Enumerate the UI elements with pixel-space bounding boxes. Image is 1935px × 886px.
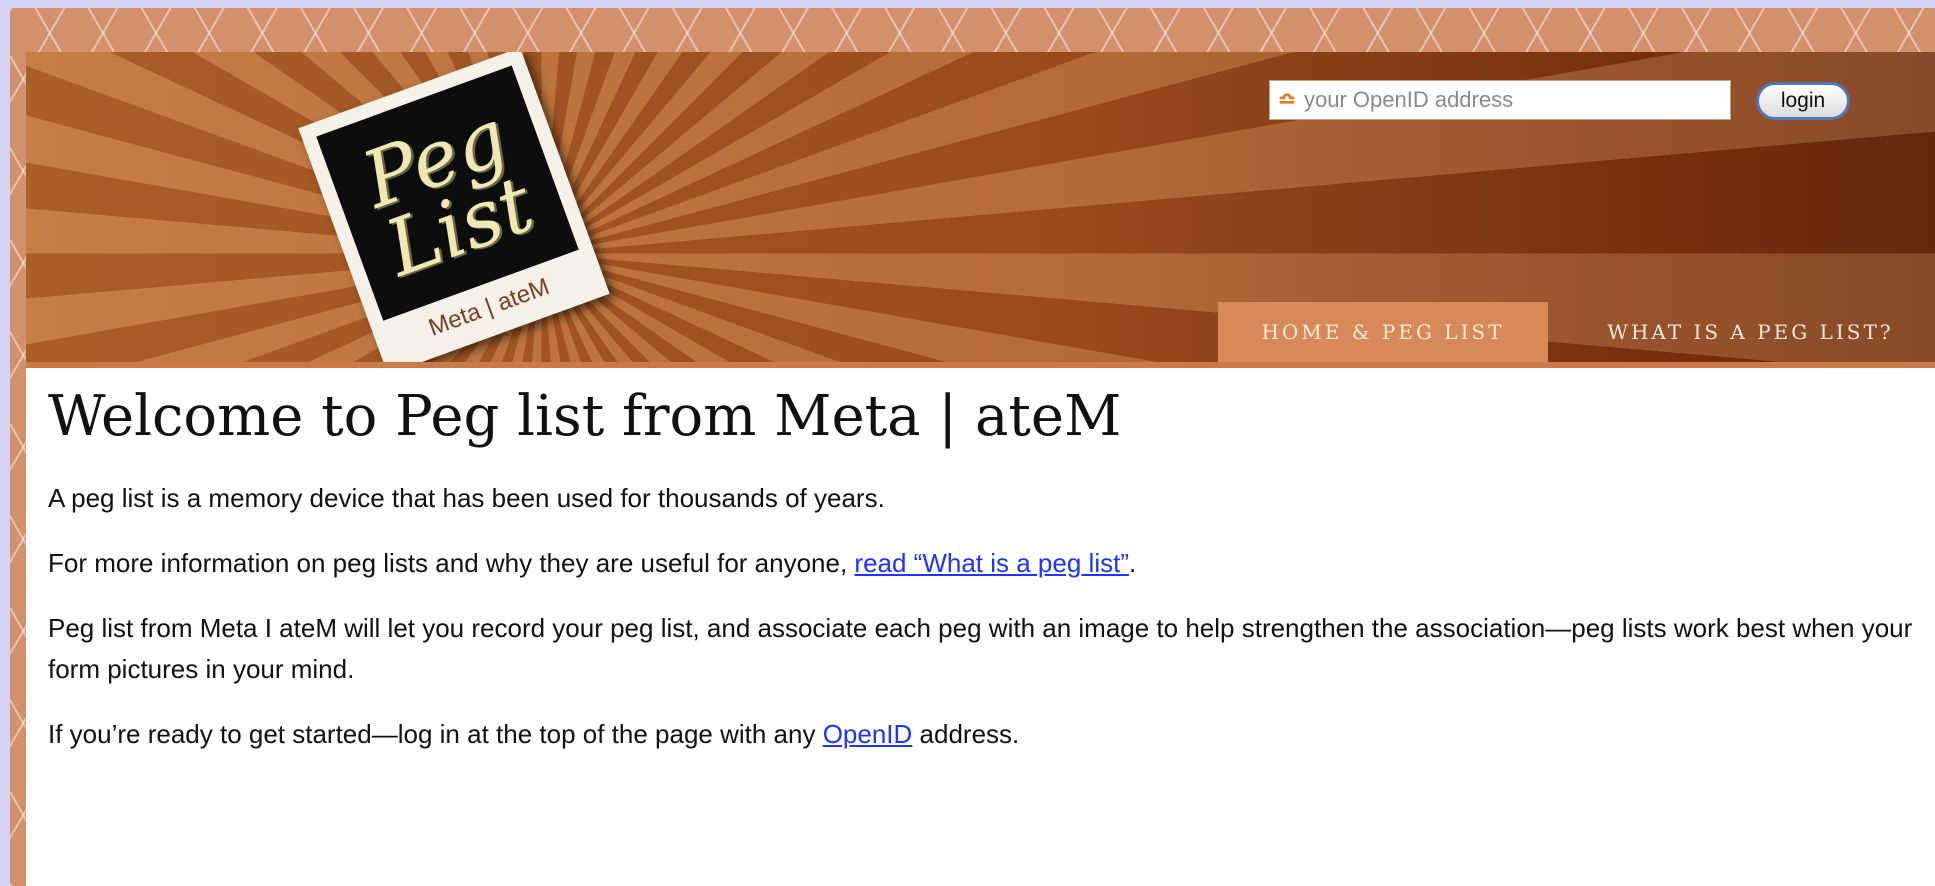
openid-field: ≏ bbox=[1269, 80, 1731, 120]
feature-paragraph: Peg list from Meta I ateM will let you r… bbox=[48, 613, 1913, 684]
openid-input[interactable] bbox=[1304, 82, 1714, 118]
page-title: Welcome to Peg list from Meta | ateM bbox=[48, 384, 1122, 449]
get-started-paragraph: If you’re ready to get started—log in at… bbox=[48, 714, 1918, 755]
login-button[interactable]: login bbox=[1756, 82, 1850, 120]
main-content: Welcome to Peg list from Meta | ateM A p… bbox=[48, 382, 1918, 755]
more-info-paragraph: For more information on peg lists and wh… bbox=[48, 543, 1918, 584]
what-is-peg-list-link[interactable]: read “What is a peg list” bbox=[854, 548, 1129, 578]
get-started-end: address. bbox=[912, 719, 1020, 749]
page: Peg List Meta | ateM ≏ login HOME & PEG … bbox=[26, 52, 1935, 886]
site-header: Peg List Meta | ateM ≏ login HOME & PEG … bbox=[26, 52, 1935, 368]
get-started-text: If you’re ready to get started—log in at… bbox=[48, 719, 823, 749]
peg-list-logo[interactable]: Peg List Meta | ateM bbox=[298, 52, 610, 362]
openid-link[interactable]: OpenID bbox=[823, 719, 913, 749]
more-info-end: . bbox=[1128, 548, 1137, 578]
nav-tab-what-is-peg-list[interactable]: WHAT IS A PEG LIST? bbox=[1566, 302, 1935, 362]
intro-paragraph: A peg list is a memory device that has b… bbox=[48, 483, 885, 513]
nav-tab-home[interactable]: HOME & PEG LIST bbox=[1218, 302, 1548, 362]
openid-logo-icon: ≏ bbox=[1277, 87, 1297, 112]
more-info-text: For more information on peg lists and wh… bbox=[48, 548, 855, 578]
